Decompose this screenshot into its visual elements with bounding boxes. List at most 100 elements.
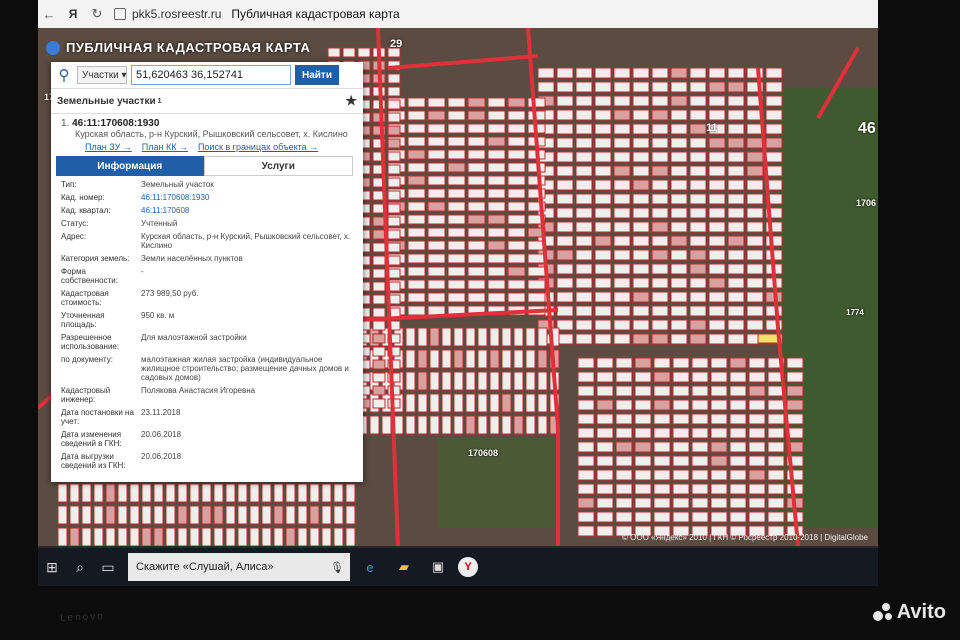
results-title: Земельные участки (57, 95, 156, 107)
parcel-lot (525, 415, 536, 435)
parcel-lot (653, 371, 671, 383)
parcel-lot (634, 483, 652, 495)
parcel-cadastral-number[interactable]: 46:11:170608:1930 (72, 118, 159, 129)
search-panel: ⚲ Участки ▾ Найти Земельные участки1 ★ 1… (51, 62, 363, 482)
info-key: Адрес: (61, 232, 87, 241)
parcel-lot (427, 162, 446, 173)
find-button[interactable]: Найти (295, 65, 339, 85)
back-icon[interactable]: ← (38, 7, 60, 22)
url-text[interactable]: pkk5.rosreestr.ru (132, 7, 221, 21)
store-icon[interactable]: ▣ (424, 553, 452, 581)
parcel-lot (594, 263, 612, 275)
parcel-lot (405, 371, 416, 391)
parcel-lot (407, 292, 426, 303)
parcel-lot (575, 95, 593, 107)
parcel-lot (634, 511, 652, 523)
parcel-lot (527, 292, 546, 303)
parcel-lot (729, 497, 747, 509)
parcel-lot (615, 357, 633, 369)
edge-icon[interactable]: e (356, 553, 384, 581)
parcel-lot (345, 483, 356, 503)
parcel-lot (465, 327, 476, 347)
parcel-lot (596, 399, 614, 411)
parcel-lot (786, 357, 804, 369)
parcel-lot (465, 393, 476, 413)
parcel-lot (615, 441, 633, 453)
parcel-lot (670, 319, 688, 331)
star-icon[interactable]: ★ (345, 93, 357, 109)
parcel-lot (689, 277, 707, 289)
info-row: Разрешенное использование: Для малоэтажно… (61, 333, 357, 351)
microphone-icon[interactable]: 🎙 (330, 561, 344, 574)
info-value[interactable]: 46:11:170608 (141, 206, 357, 215)
info-value: - (141, 267, 144, 276)
info-tabs: Информация Услуги (56, 156, 353, 176)
task-view-icon[interactable]: ▭ (94, 553, 122, 581)
parcel-lot (767, 483, 785, 495)
parcel-lot (634, 357, 652, 369)
parcel-lot (689, 81, 707, 93)
parcel-lot (489, 393, 500, 413)
parcel-lot (372, 372, 386, 383)
search-icon[interactable]: ⌕ (66, 553, 94, 581)
parcel-lot (513, 349, 524, 369)
info-value[interactable]: 46:11:170608:1930 (141, 193, 357, 202)
parcel-lot (285, 483, 296, 503)
parcel-lot (453, 349, 464, 369)
map-label: 29 (390, 38, 403, 50)
parcel-lot (447, 279, 466, 290)
yandex-browser-icon[interactable]: Y (458, 557, 478, 577)
parcel-lot (746, 291, 764, 303)
parcel-lot (672, 483, 690, 495)
parcel-lot (177, 527, 188, 546)
search-type-select[interactable]: Участки ▾ (77, 66, 127, 84)
parcel-lot (556, 109, 574, 121)
parcel-lot (213, 527, 224, 546)
parcel-lot (556, 179, 574, 191)
parcel-lot (507, 162, 526, 173)
parcel-lot (632, 109, 650, 121)
plan-zu-link[interactable]: План ЗУ → (85, 142, 132, 152)
parcel-lot (575, 81, 593, 93)
parcel-lot (632, 249, 650, 261)
parcel-lot (237, 527, 248, 546)
file-explorer-icon[interactable]: ▰ (390, 553, 418, 581)
info-row: Кад. квартал: 46:11:170608 (61, 206, 357, 215)
parcel-lot (429, 327, 440, 347)
search-within-link[interactable]: Поиск в границах объекта → (198, 142, 318, 152)
info-key: Кадастровая стоимость: (61, 289, 109, 307)
parcel-lot (507, 266, 526, 277)
tab-services[interactable]: Услуги (203, 156, 353, 176)
plan-kk-link[interactable]: План КК → (142, 142, 188, 152)
parcel-lot (615, 469, 633, 481)
search-icon[interactable]: ⚲ (51, 62, 77, 88)
yandex-button[interactable]: Я (60, 7, 86, 21)
parcel-lot (427, 175, 446, 186)
refresh-icon[interactable]: ↻ (86, 6, 108, 22)
parcel-lot (225, 527, 236, 546)
parcel-lot (613, 95, 631, 107)
parcel-lot (729, 511, 747, 523)
parcel-lot (634, 455, 652, 467)
parcel-lot (710, 497, 728, 509)
windows-start-icon[interactable]: ⊞ (38, 553, 66, 581)
alice-search-box[interactable]: Скажите «Слушай, Алиса» 🎙 (128, 553, 350, 581)
parcel-lot (651, 319, 669, 331)
search-type-label: Участки (82, 69, 119, 81)
parcel-lot (710, 469, 728, 481)
parcel-lot (577, 497, 595, 509)
parcel-lot (57, 483, 68, 503)
parcel-lot (372, 294, 386, 305)
parcel-lot (670, 67, 688, 79)
parcel-lot (575, 277, 593, 289)
parcel-lot (487, 97, 506, 108)
parcel-lot (727, 67, 745, 79)
parcel-lot (651, 277, 669, 289)
parcel-lot (453, 371, 464, 391)
parcel-lot (309, 483, 320, 503)
parcel-lot (487, 214, 506, 225)
parcel-lot (69, 483, 80, 503)
search-input[interactable] (131, 65, 291, 85)
parcel-card[interactable]: 1. 46:11:170608:1930 Курская область, р-… (51, 114, 363, 152)
tab-information[interactable]: Информация (56, 156, 204, 176)
